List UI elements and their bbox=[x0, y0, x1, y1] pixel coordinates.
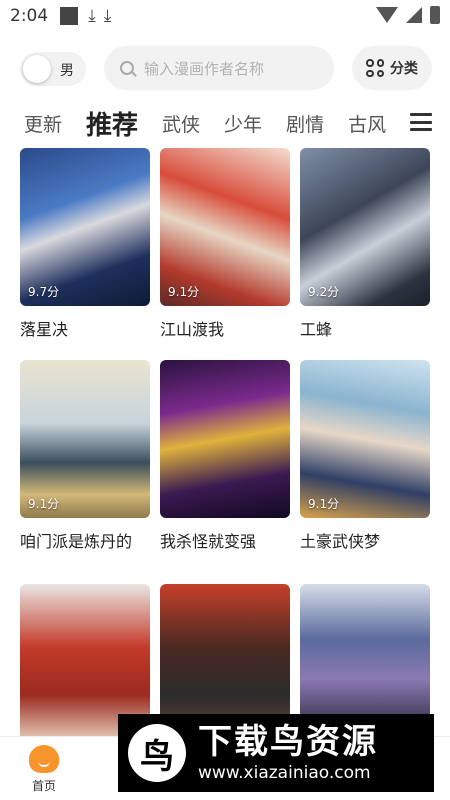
search-icon bbox=[120, 61, 134, 75]
notification-icon bbox=[60, 7, 79, 25]
comic-cover[interactable]: 9.7分 bbox=[20, 148, 150, 306]
download-icon-2: ⤓ bbox=[103, 6, 112, 26]
comic-cover[interactable]: 9.1分 bbox=[300, 360, 430, 518]
comic-title: 咱门派是炼丹的 bbox=[20, 532, 133, 551]
download-icon: ⤓ bbox=[88, 6, 96, 26]
comic-title: 工蜂 bbox=[300, 320, 333, 339]
comic-cover[interactable]: 9.2分 bbox=[300, 148, 430, 306]
signal-icon bbox=[406, 7, 422, 23]
comic-cover[interactable]: 9.1分 bbox=[160, 148, 290, 306]
battery-icon bbox=[430, 6, 440, 24]
gender-toggle[interactable]: 男 bbox=[20, 52, 86, 86]
comic-card[interactable]: 我杀怪就变强 bbox=[160, 360, 290, 552]
toggle-knob bbox=[23, 55, 51, 83]
comic-card[interactable]: 9.1分 土豪武侠梦 bbox=[300, 360, 430, 552]
comic-title: 江山渡我 bbox=[160, 320, 225, 339]
watermark-url: www.xiazainiao.com bbox=[198, 763, 371, 783]
search-placeholder: 输入漫画作者名称 bbox=[144, 59, 265, 78]
comic-title: 落星决 bbox=[20, 320, 69, 339]
menu-icon[interactable] bbox=[410, 113, 432, 131]
comic-rating: 9.1分 bbox=[168, 285, 200, 299]
comic-rating: 9.7分 bbox=[28, 285, 60, 299]
nav-home[interactable]: 首页 bbox=[24, 745, 64, 794]
category-icon bbox=[366, 59, 384, 77]
comic-rating: 9.2分 bbox=[308, 285, 340, 299]
tab-update[interactable]: 更新 bbox=[0, 110, 74, 137]
gender-label: 男 bbox=[60, 63, 74, 79]
status-indicators bbox=[376, 6, 440, 24]
tab-ancient[interactable]: 古风 bbox=[336, 110, 398, 137]
category-button[interactable]: 分类 bbox=[352, 46, 432, 90]
tab-wuxia[interactable]: 武侠 bbox=[150, 110, 212, 137]
home-icon bbox=[29, 745, 59, 773]
comic-card[interactable]: 9.7分 落星决 bbox=[20, 148, 150, 340]
tab-recommend[interactable]: 推荐 bbox=[74, 105, 150, 142]
tab-youth[interactable]: 少年 bbox=[212, 110, 274, 137]
watermark-text: 下载鸟资源 www.xiazainiao.com bbox=[198, 722, 378, 784]
status-bar: 2:04 ⤓ ⤓ bbox=[0, 0, 450, 32]
comic-card[interactable]: 9.1分 咱门派是炼丹的 bbox=[20, 360, 150, 552]
tab-drama[interactable]: 剧情 bbox=[274, 110, 336, 137]
search-input[interactable]: 输入漫画作者名称 bbox=[104, 46, 334, 90]
home-label: 首页 bbox=[31, 779, 56, 793]
comic-card[interactable]: 9.1分 江山渡我 bbox=[160, 148, 290, 340]
comic-title: 土豪武侠梦 bbox=[300, 532, 381, 551]
comic-title: 我杀怪就变强 bbox=[160, 532, 257, 551]
comic-rating: 9.1分 bbox=[308, 497, 340, 511]
category-tabs: 更新 推荐 武侠 少年 剧情 古风 bbox=[0, 100, 400, 146]
comic-cover[interactable]: 9.1分 bbox=[20, 360, 150, 518]
comic-cover[interactable] bbox=[160, 360, 290, 518]
watermark-banner: 鸟 下载鸟资源 www.xiazainiao.com bbox=[118, 714, 434, 792]
watermark-title: 下载鸟资源 bbox=[198, 722, 378, 762]
comic-rating: 9.1分 bbox=[28, 497, 60, 511]
status-time: 2:04 bbox=[10, 6, 49, 26]
watermark-logo: 鸟 bbox=[128, 724, 186, 782]
comic-card[interactable]: 9.2分 工蜂 bbox=[300, 148, 430, 340]
category-label: 分类 bbox=[390, 61, 418, 77]
wifi-icon bbox=[376, 7, 398, 23]
